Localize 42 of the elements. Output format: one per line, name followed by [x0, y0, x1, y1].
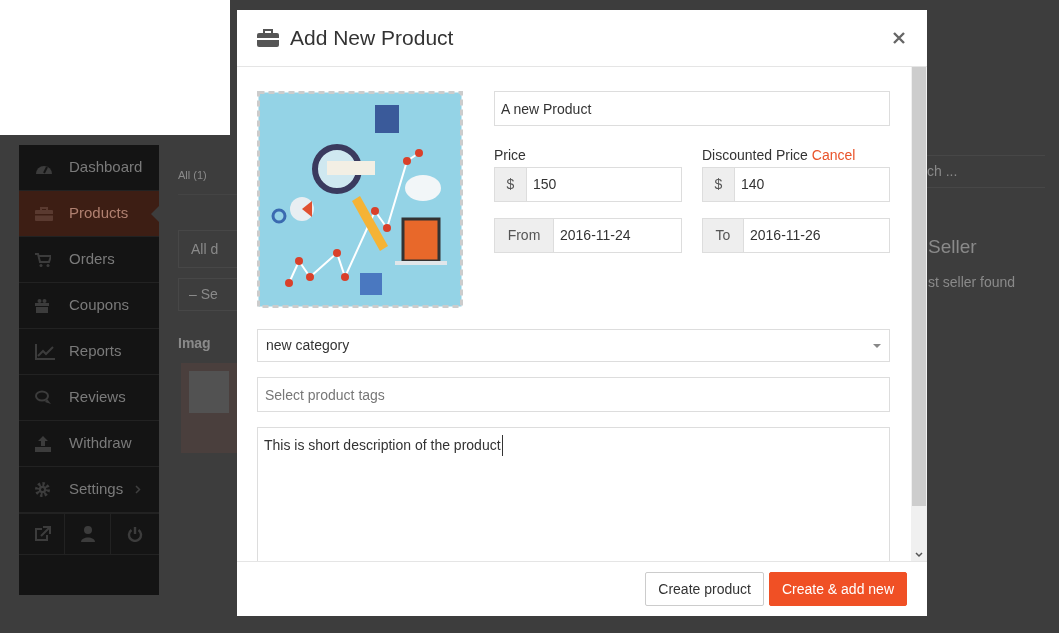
sidebar-item[interactable]: Coupons [19, 283, 159, 329]
sidebar-item[interactable]: Withdraw [19, 421, 159, 467]
column-header: Imag [178, 335, 211, 351]
widget-text: st seller found [928, 273, 1016, 290]
upload-icon [35, 435, 51, 452]
currency-addon: $ [494, 167, 526, 202]
sidebar-item[interactable]: Reviews [19, 375, 159, 421]
sidebar-item[interactable]: Products [19, 191, 159, 237]
date-addon: To [702, 218, 743, 253]
from-date-field[interactable]: 2016-11-24 [553, 218, 682, 253]
create-product-button[interactable]: Create product [645, 572, 764, 606]
price-field[interactable]: 150 [526, 167, 682, 202]
widget-title: Seller [928, 236, 977, 257]
sidebar-item[interactable]: Settings [19, 467, 159, 513]
category-select[interactable]: new category [257, 329, 890, 362]
line-chart-icon [35, 343, 55, 360]
discounted-price-field[interactable]: 140 [734, 167, 890, 202]
discounted-price-label: Discounted Price [702, 146, 808, 165]
filter-tab[interactable]: All (1) [178, 169, 207, 181]
price-label: Price [494, 146, 527, 165]
briefcase-icon [257, 29, 279, 47]
cancel-link[interactable]: Cancel [811, 145, 856, 167]
sidebar-item[interactable]: Reports [19, 329, 159, 375]
create-and-add-button[interactable]: Create & add new [768, 572, 907, 606]
gear-icon [35, 482, 50, 497]
caret-icon [873, 343, 881, 348]
tags-field[interactable]: Select product tags [257, 377, 890, 412]
active-pointer [151, 206, 159, 222]
sidebar-item[interactable]: Orders [19, 237, 159, 283]
product-name-field[interactable]: A new Product [494, 91, 890, 126]
currency-addon: $ [702, 167, 734, 202]
scrollbar[interactable] [911, 67, 927, 561]
chevron-right-icon [135, 485, 142, 494]
cart-icon [35, 252, 51, 267]
chat-icon [35, 390, 53, 405]
close-button[interactable] [891, 30, 907, 46]
gift-icon [35, 298, 49, 313]
scroll-down-icon[interactable] [915, 552, 923, 558]
date-addon: From [494, 218, 553, 253]
modal-title: Add New Product [290, 25, 454, 52]
briefcase-icon [35, 206, 53, 221]
to-date-field[interactable]: 2016-11-26 [743, 218, 890, 253]
